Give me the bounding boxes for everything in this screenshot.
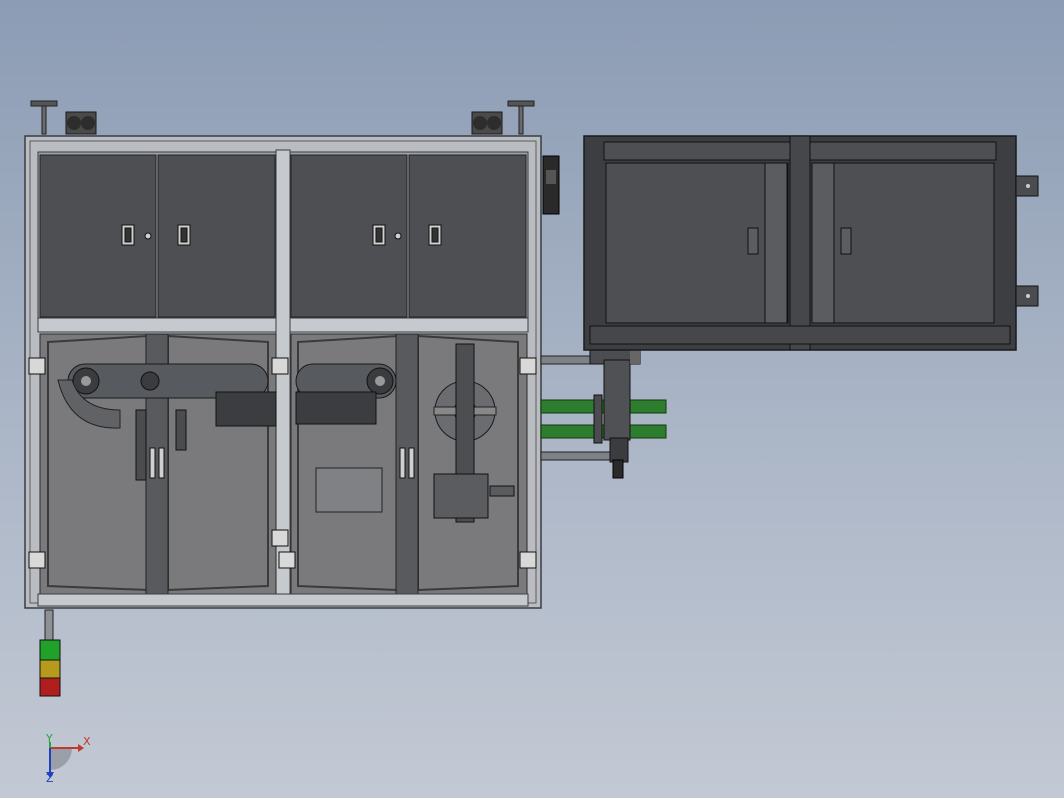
signal-light-amber: [39, 659, 61, 679]
frame-base-rail: [37, 593, 529, 607]
caster-wheel-left: [65, 111, 97, 135]
signal-light-green: [39, 639, 61, 661]
coordinate-triad: X Y Z: [45, 732, 91, 785]
auxiliary-cabinet: [583, 135, 1039, 351]
caster-wheel-right: [471, 111, 503, 135]
leveling-foot-left: [30, 100, 58, 135]
signal-tower: [39, 609, 61, 697]
cad-drawing: X Y Z: [24, 100, 1039, 785]
leveling-foot-right: [507, 100, 535, 135]
upper-cabinet-right: [290, 154, 527, 318]
z-axis-label: Z: [46, 772, 54, 785]
signal-light-red: [39, 677, 61, 697]
y-axis-label: Y: [45, 732, 53, 745]
x-axis-label: X: [83, 735, 91, 748]
air-regulator: [542, 155, 560, 215]
upper-cabinet-left: [39, 154, 276, 318]
